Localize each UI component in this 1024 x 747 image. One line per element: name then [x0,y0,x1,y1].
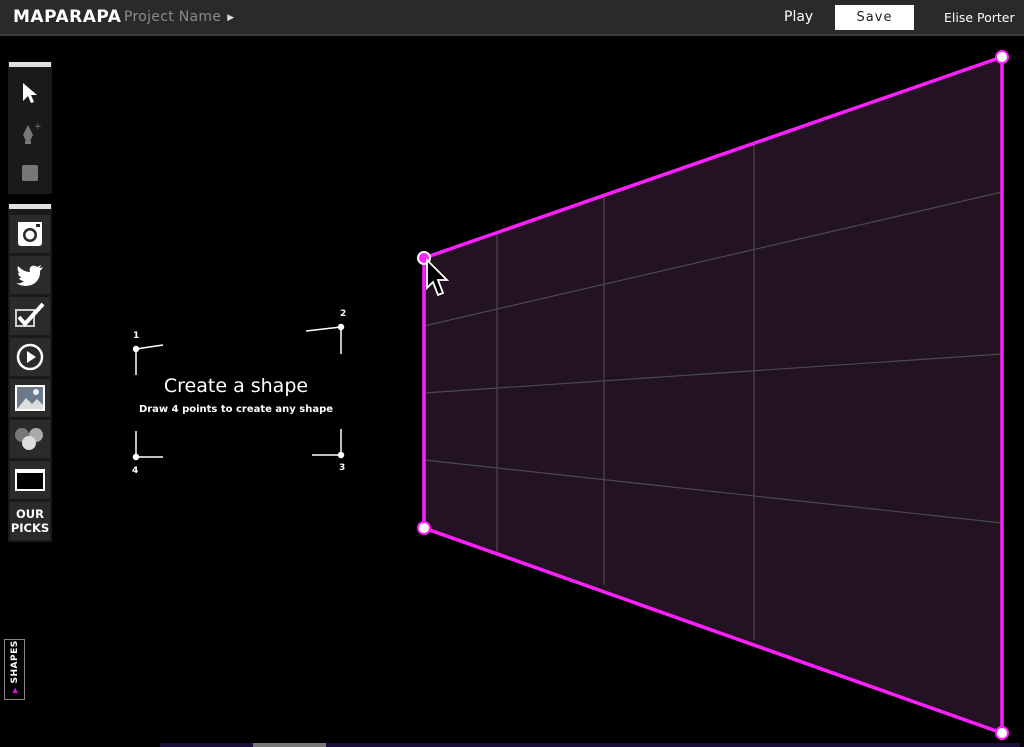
shape-canvas [417,50,1009,740]
corner-handle-2[interactable] [995,50,1009,64]
corner-handle-4[interactable] [417,521,431,535]
scrollbar-thumb[interactable] [253,743,326,747]
corner-handle-3[interactable] [995,726,1009,740]
